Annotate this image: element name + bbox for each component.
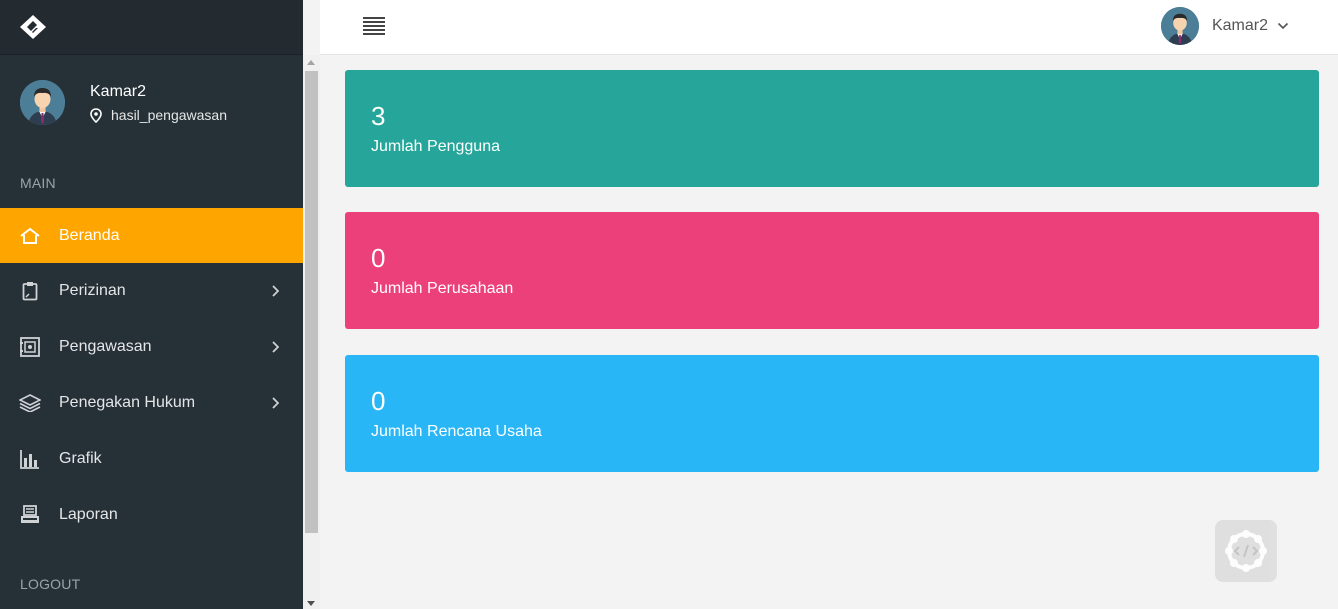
stat-card-rencana-usaha: 0 Jumlah Rencana Usaha <box>345 355 1319 472</box>
user-menu-dropdown[interactable]: Kamar2 <box>1160 7 1289 45</box>
stat-label: Jumlah Rencana Usaha <box>371 423 542 440</box>
sidebar-user-name: Kamar2 <box>90 83 147 100</box>
sidebar-item-laporan[interactable]: Laporan <box>0 487 303 543</box>
sidebar-user-location: hasil_pengawasan <box>90 107 227 123</box>
map-pin-icon <box>90 107 102 123</box>
sidebar-item-label: Penegakan Hukum <box>59 394 196 411</box>
sidebar-item-grafik[interactable]: Grafik <box>0 431 303 487</box>
section-label-main: MAIN <box>20 175 56 191</box>
sidebar-item-perizinan[interactable]: Perizinan <box>0 263 303 319</box>
top-header: Kamar2 <box>320 0 1338 55</box>
sidebar-item-label: Pengawasan <box>59 338 152 355</box>
brand-logo[interactable] <box>0 0 303 55</box>
sidebar: Kamar2 hasil_pengawasan MAIN Beranda Per… <box>0 0 303 609</box>
sidebar-item-label: Perizinan <box>59 282 126 299</box>
sidebar-menu: Beranda Perizinan Pengawasan Penegakan H… <box>0 208 303 543</box>
chevron-down-icon <box>1277 22 1289 30</box>
stat-value: 3 <box>371 101 386 131</box>
chevron-right-icon <box>272 397 279 409</box>
stat-value: 0 <box>371 386 386 416</box>
printer-icon <box>19 504 41 526</box>
sidebar-item-label: Grafik <box>59 450 102 467</box>
stat-card-pengguna: 3 Jumlah Pengguna <box>345 70 1319 187</box>
sidebar-item-label: Beranda <box>59 226 120 244</box>
logo-icon <box>20 15 46 39</box>
scroll-up-arrow-icon[interactable] <box>307 60 315 65</box>
stat-value: 0 <box>371 243 386 273</box>
sidebar-item-label: Laporan <box>59 506 118 523</box>
sidebar-user-profile: Kamar2 hasil_pengawasan <box>20 80 227 125</box>
clipboard-icon <box>19 280 41 302</box>
bar-chart-icon <box>19 448 41 470</box>
safe-icon <box>19 336 41 358</box>
scroll-down-arrow-icon[interactable] <box>307 601 315 606</box>
section-label-logout[interactable]: LOGOUT <box>20 576 80 592</box>
stat-label: Jumlah Pengguna <box>371 138 500 155</box>
avatar <box>1160 7 1199 45</box>
scroll-thumb[interactable] <box>305 71 318 533</box>
layers-icon <box>19 392 41 414</box>
home-icon <box>19 225 41 247</box>
chevron-right-icon <box>272 341 279 353</box>
stat-label: Jumlah Perusahaan <box>371 280 514 297</box>
location-label: hasil_pengawasan <box>111 107 227 123</box>
sidebar-item-penegakan-hukum[interactable]: Penegakan Hukum <box>0 375 303 431</box>
sidebar-item-pengawasan[interactable]: Pengawasan <box>0 319 303 375</box>
stat-card-perusahaan: 0 Jumlah Perusahaan <box>345 212 1319 329</box>
hamburger-icon[interactable] <box>363 17 385 37</box>
code-badge-icon[interactable] <box>1215 520 1277 582</box>
sidebar-item-beranda[interactable]: Beranda <box>0 208 303 263</box>
sidebar-scrollbar[interactable] <box>303 55 320 609</box>
chevron-right-icon <box>272 285 279 297</box>
header-user-name: Kamar2 <box>1211 17 1268 34</box>
avatar <box>20 80 65 125</box>
